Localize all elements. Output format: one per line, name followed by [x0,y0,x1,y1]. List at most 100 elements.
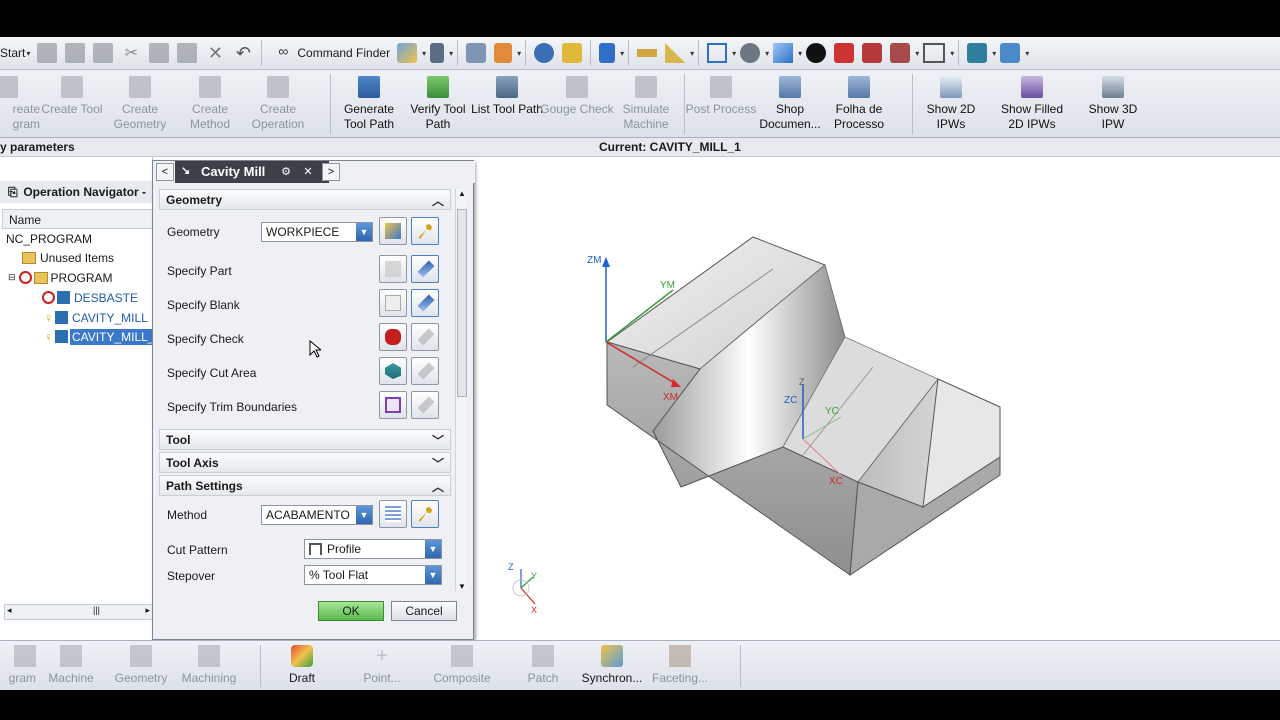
post-process-button[interactable]: Post Process [684,74,758,136]
folha-de-processo-button[interactable]: Folha de Processo [822,74,896,136]
layer-icon[interactable] [466,43,487,63]
ruler-icon[interactable] [637,49,658,57]
scroll-thumb[interactable] [457,209,467,397]
select-trim-boundaries-button[interactable] [379,391,407,419]
red-multi-cube-icon[interactable] [862,43,883,63]
open-folder-icon[interactable] [65,43,86,63]
edit-method-button[interactable] [411,500,439,528]
selection-filter-icon[interactable] [397,43,418,63]
create-operation-button[interactable]: Create Operation [241,74,315,136]
display-part-button[interactable] [411,255,439,283]
group-tool-axis-header[interactable]: Tool Axis ﹀ [159,452,451,473]
cancel-button[interactable]: Cancel [391,601,457,621]
copy-icon[interactable] [149,43,170,63]
undo-icon[interactable]: ↶ [233,43,253,63]
select-check-button[interactable] [379,323,407,351]
generate-tool-path-button[interactable]: Generate Tool Path [332,74,406,136]
snap-icon[interactable] [430,43,445,63]
tool-arrow-icon[interactable] [967,43,988,63]
transform-icon[interactable] [494,43,513,63]
red-cube-icon[interactable] [834,43,855,63]
geometry-select[interactable]: WORKPIECE ▼ [261,222,373,242]
dialog-forward-button[interactable]: > [322,163,340,181]
tree-item-cavity-mill[interactable]: ♀ CAVITY_MILL [44,308,148,327]
display-trim-boundaries-button[interactable] [411,391,439,419]
patch-button[interactable]: Patch [505,645,581,685]
stepover-select[interactable]: % Tool Flat ▼ [304,565,442,585]
show-2d-ipws-button[interactable]: Show 2D IPWs [914,74,988,136]
cut-icon[interactable]: ✂ [121,43,141,63]
part-model-view[interactable]: ZM YM XM ZC Z YC XC Z X Y [473,157,1280,640]
shop-documentation-button[interactable]: Shop Documen... [753,74,827,136]
dropdown-arrow-icon[interactable]: ▼ [425,566,441,584]
cut-pattern-select[interactable]: Profile ▼ [304,539,442,559]
ok-button[interactable]: OK [318,601,384,621]
display-blank-button[interactable] [411,289,439,317]
tree-item-unused-items[interactable]: Unused Items [22,248,114,267]
dialog-pin-icon[interactable]: ↘ [181,164,190,177]
scroll-down-icon[interactable]: ▼ [458,582,466,591]
method-select[interactable]: ACABAMENTO ▼ [261,505,373,525]
scroll-right-icon[interactable]: ▸ [145,605,150,616]
export-arrow-icon[interactable] [1000,43,1021,63]
machining-button[interactable]: Machining [171,645,247,685]
new-method-button[interactable] [379,500,407,528]
fit-view-icon[interactable] [707,43,728,63]
new-geometry-button[interactable] [379,217,407,245]
dialog-back-button[interactable]: < [156,163,174,181]
verify-tool-path-button[interactable]: Verify Tool Path [401,74,475,136]
geometry-view-button[interactable]: Geometry [103,645,179,685]
render-style-icon[interactable] [740,43,761,63]
edit-geometry-button[interactable] [411,217,439,245]
tree-item-program[interactable]: ⊟ PROGRAM [8,268,113,287]
shaded-cube-icon[interactable] [773,43,794,63]
show-filled-2d-ipws-button[interactable]: Show Filled 2D IPWs [995,74,1069,136]
point-button[interactable]: + Point... [344,645,420,685]
show-3d-ipw-button[interactable]: Show 3D IPW [1076,74,1150,136]
scroll-up-icon[interactable]: ▲ [458,189,466,198]
paste-icon[interactable] [177,43,198,63]
section-view-icon[interactable] [806,43,827,63]
list-tool-path-button[interactable]: List Tool Path [470,74,544,136]
dropdown-arrow-icon[interactable]: ▼ [356,223,372,241]
faceting-button[interactable]: Faceting... [642,645,718,685]
dialog-settings-icon[interactable]: ⚙ [277,163,295,181]
draft-button[interactable]: Draft [264,645,340,685]
save-icon[interactable] [93,43,114,63]
program-button[interactable]: gram [0,645,36,685]
create-tool-button[interactable]: Create Tool [35,74,109,136]
tree-item-nc-program[interactable]: NC_PROGRAM [6,229,92,248]
measure-icon[interactable] [562,43,583,63]
composite-button[interactable]: Composite [424,645,500,685]
navigator-horizontal-scrollbar[interactable]: ◂ ||| ▸ [4,604,153,620]
gear-tool-icon[interactable] [534,43,555,63]
collapse-chevron-icon[interactable]: ︿ [432,192,444,209]
expand-chevron-icon[interactable]: ﹀ [432,432,444,449]
delete-icon[interactable]: ✕ [205,43,225,63]
display-cut-area-button[interactable] [411,357,439,385]
graphics-viewport[interactable]: ZM YM XM ZC Z YC XC Z X Y [473,157,1280,640]
collapse-chevron-icon[interactable]: ︿ [432,478,444,495]
scroll-left-icon[interactable]: ◂ [7,605,12,616]
start-menu-button[interactable]: Start ▾ [0,39,33,67]
new-file-icon[interactable] [37,43,58,63]
select-cut-area-button[interactable] [379,357,407,385]
synchronize-button[interactable]: Synchron... [574,645,650,685]
name-column-header[interactable]: Name [2,209,153,229]
dropdown-arrow-icon[interactable]: ▼ [425,540,441,558]
collapse-icon[interactable]: ⊟ [8,272,16,283]
triangle-ruler-icon[interactable] [665,43,686,63]
scroll-thumb-grip[interactable]: ||| [93,605,100,615]
window-frame-icon[interactable] [923,43,946,63]
group-geometry-header[interactable]: Geometry ︿ [159,189,451,210]
simulate-machine-button[interactable]: Simulate Machine [609,74,683,136]
tree-item-desbaste[interactable]: DESBASTE [42,288,138,307]
dialog-close-icon[interactable]: ✕ [299,163,317,181]
group-tool-header[interactable]: Tool ﹀ [159,429,451,450]
create-geometry-button[interactable]: Create Geometry [103,74,177,136]
display-check-button[interactable] [411,323,439,351]
machine-button[interactable]: Machine [33,645,109,685]
tree-item-cavity-mill-1[interactable]: ♀ CAVITY_MILL_ [44,327,157,346]
command-finder-button[interactable]: ∞ Command Finder [266,39,393,67]
dropdown-arrow-icon[interactable]: ▼ [356,506,372,524]
